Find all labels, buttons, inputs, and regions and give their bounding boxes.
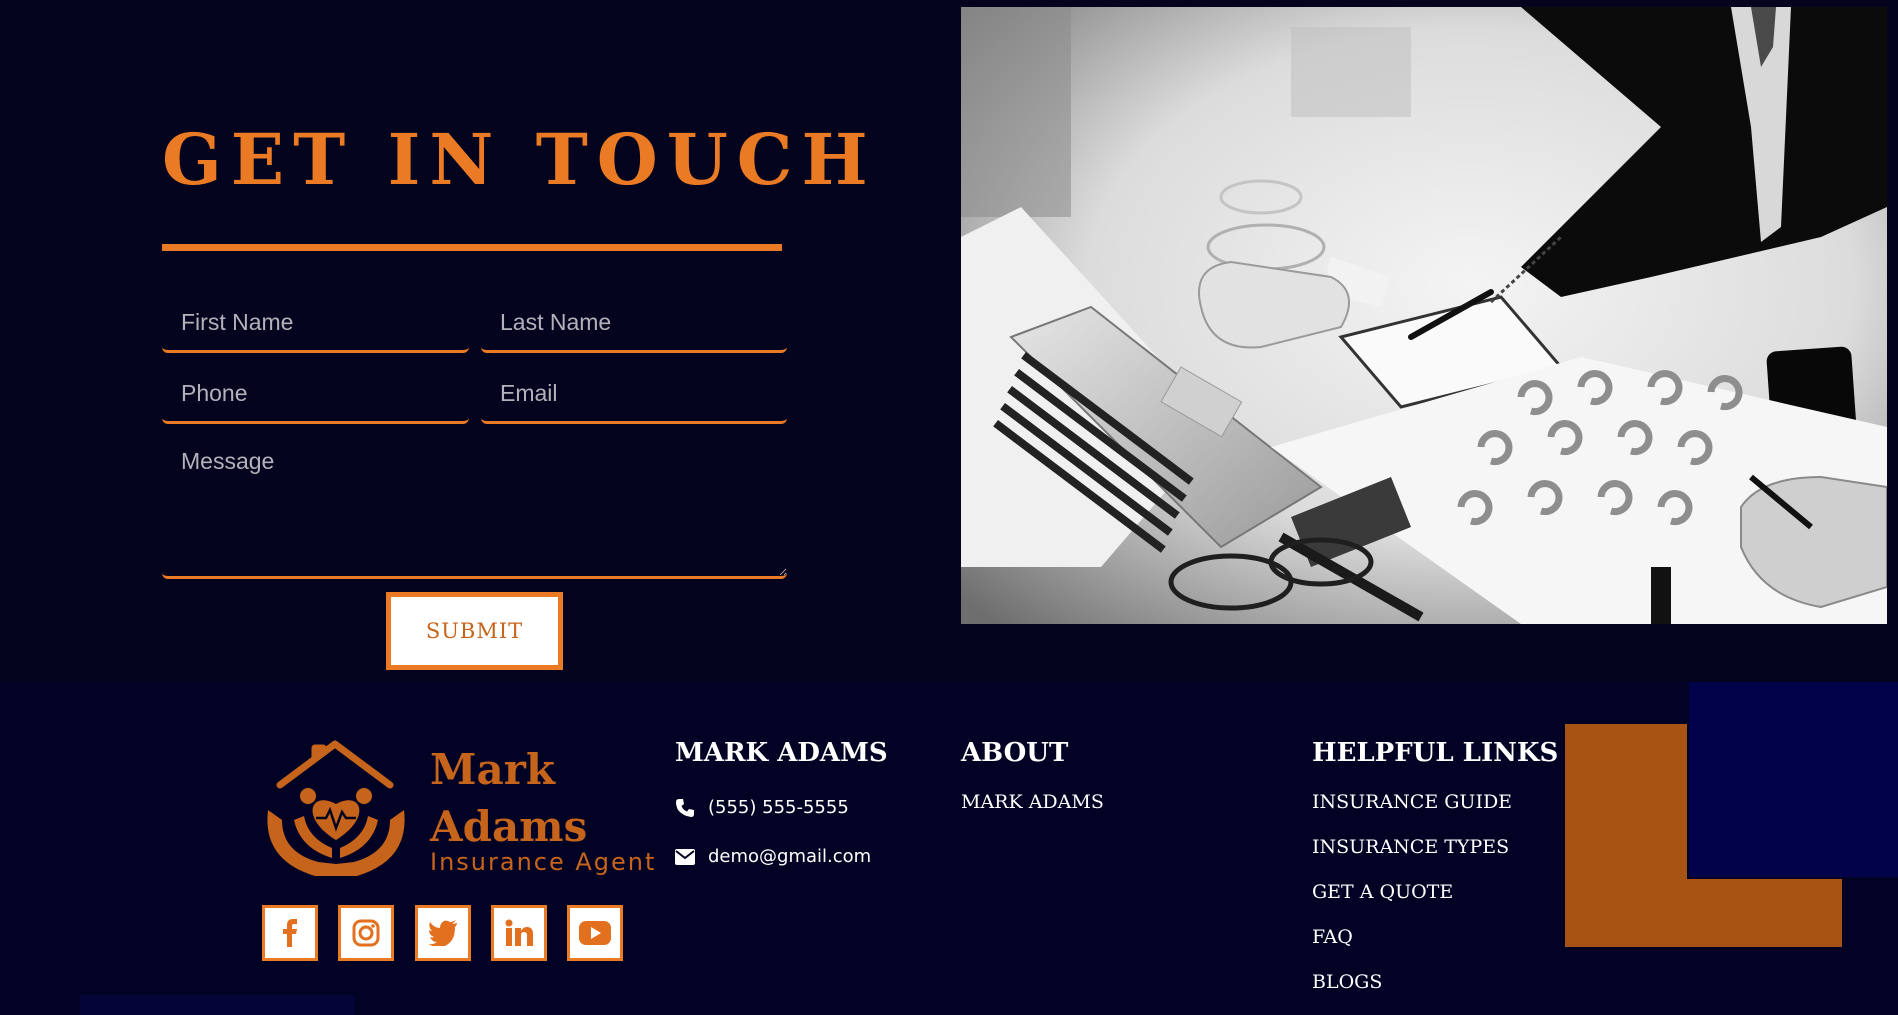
phone-row[interactable]: (555) 555-5555	[675, 797, 849, 818]
link-insurance-guide[interactable]: INSURANCE GUIDE	[1312, 791, 1512, 813]
first-name-field[interactable]	[162, 294, 469, 353]
phone-icon	[676, 798, 694, 817]
link-blogs[interactable]: BLOGS	[1312, 971, 1382, 993]
mark-adams-heading: MARK ADAMS	[675, 738, 888, 768]
last-name-field[interactable]	[481, 294, 787, 353]
submit-button[interactable]: SUBMIT	[386, 592, 563, 670]
office-photo-illustration	[961, 7, 1887, 624]
logo-icon	[267, 740, 405, 876]
twitter-link[interactable]	[415, 905, 471, 961]
link-get-a-quote[interactable]: GET A QUOTE	[1312, 881, 1453, 903]
decorative-strip	[80, 995, 355, 1015]
linkedin-icon	[505, 919, 533, 946]
link-faq[interactable]: FAQ	[1312, 926, 1353, 948]
email-field[interactable]	[481, 365, 787, 424]
email-row[interactable]: demo@gmail.com	[675, 846, 871, 867]
link-insurance-types[interactable]: INSURANCE TYPES	[1312, 836, 1509, 858]
twitter-icon	[428, 920, 457, 946]
envelope-icon	[675, 848, 695, 865]
facebook-icon	[283, 919, 297, 947]
youtube-link[interactable]	[567, 905, 623, 961]
about-heading: ABOUT	[961, 738, 1069, 768]
page-title: GET IN TOUCH	[162, 118, 877, 201]
title-underline	[162, 244, 782, 251]
phone-field[interactable]	[162, 365, 469, 424]
logo-name-line2: Adams	[430, 802, 588, 851]
youtube-icon	[579, 921, 611, 945]
email-address: demo@gmail.com	[708, 846, 872, 867]
facebook-link[interactable]	[262, 905, 318, 961]
logo-name-line1: Mark	[430, 745, 555, 794]
message-field[interactable]	[162, 436, 787, 579]
contact-section: GET IN TOUCH SUBMIT	[0, 0, 1898, 682]
decorative-orange-shape	[1565, 724, 1842, 947]
instagram-icon	[352, 919, 380, 947]
office-photo	[961, 7, 1887, 624]
logo-tagline: Insurance Agent	[430, 848, 657, 876]
helpful-links-heading: HELPFUL LINKS	[1312, 738, 1559, 768]
about-link-mark-adams[interactable]: MARK ADAMS	[961, 791, 1104, 813]
linkedin-link[interactable]	[491, 905, 547, 961]
phone-number: (555) 555-5555	[708, 797, 849, 818]
instagram-link[interactable]	[338, 905, 394, 961]
